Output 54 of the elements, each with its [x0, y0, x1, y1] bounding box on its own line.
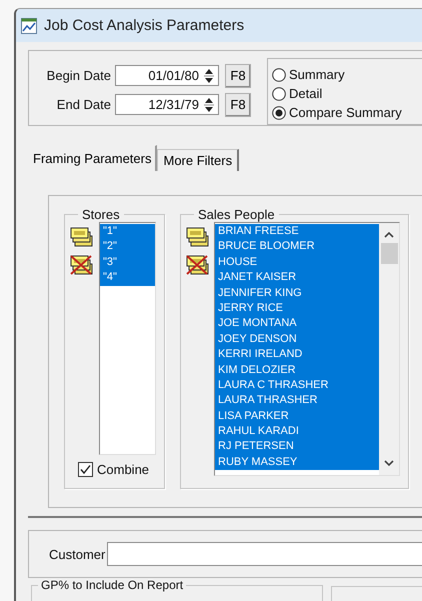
list-box[interactable]: [214, 222, 400, 476]
list-item[interactable]: "4": [100, 270, 155, 286]
list-item[interactable]: RUBY MASSEY: [215, 454, 379, 470]
chart-icon: [21, 18, 37, 34]
checkbox-label[interactable]: Combine: [97, 462, 150, 477]
date-field[interactable]: 01/01/80: [115, 65, 219, 86]
scroll-thumb[interactable]: [380, 243, 398, 264]
window-title: Job Cost Analysis Parameters: [44, 17, 244, 34]
list-item[interactable]: LAURA THRASHER: [215, 393, 379, 409]
list-item[interactable]: BRIAN FREESE: [215, 224, 379, 240]
spinner-icon: [203, 68, 215, 84]
group-title: GP% to Include On Report: [40, 579, 184, 592]
card-stack-icon[interactable]: [186, 227, 209, 247]
date-field[interactable]: 12/31/79: [115, 94, 219, 115]
field-label: Customer: [49, 546, 106, 562]
list-box[interactable]: "1" "2" "3" "4": [99, 222, 156, 455]
radio-button[interactable]: [272, 68, 286, 82]
field-label: End Date: [56, 97, 111, 112]
checkbox[interactable]: [78, 462, 93, 477]
scroll-down-icon: [384, 459, 394, 467]
list-item[interactable]: JOEY DENSON: [215, 332, 379, 348]
field-label: Begin Date: [46, 68, 111, 83]
list-item[interactable]: LISA PARKER: [215, 408, 379, 424]
scroll-up-icon: [384, 231, 394, 239]
list-item[interactable]: RAHUL KARADI: [215, 424, 379, 440]
list-item[interactable]: JENNIFER KING: [215, 286, 379, 301]
radio-label[interactable]: Compare Summary: [289, 105, 402, 120]
radio-button[interactable]: [272, 86, 286, 100]
spinner-icon: [203, 96, 215, 112]
list-item[interactable]: RJ PETERSEN: [215, 439, 379, 455]
list-item[interactable]: BRUCE BLOOMER: [215, 239, 379, 255]
radio-button[interactable]: [272, 106, 286, 120]
lookup-button[interactable]: F8: [225, 64, 251, 88]
customer-field[interactable]: [107, 542, 422, 566]
list-item[interactable]: "3": [100, 254, 155, 270]
list-item[interactable]: KIM DELOZIER: [215, 362, 379, 378]
crossed-card-stack-icon[interactable]: [186, 255, 209, 275]
tab[interactable]: More Filters: [157, 149, 240, 171]
group-title: Stores: [81, 207, 121, 222]
list-item[interactable]: JOE MONTANA: [215, 316, 379, 332]
scrollbar[interactable]: [379, 223, 399, 475]
list-item[interactable]: HOUSE: [215, 254, 379, 270]
lookup-button[interactable]: F8: [225, 92, 251, 116]
list-item[interactable]: JERRY RICE: [215, 300, 379, 316]
card-stack-icon[interactable]: [70, 227, 93, 247]
radio-label[interactable]: Summary: [289, 67, 345, 82]
list-item[interactable]: JANET KAISER: [215, 270, 379, 286]
list-item[interactable]: "1": [100, 224, 155, 240]
list-item[interactable]: LAURA C THRASHER: [215, 378, 379, 394]
crossed-card-stack-icon[interactable]: [70, 255, 93, 275]
list-item[interactable]: KERRI IRELAND: [215, 347, 379, 363]
list-item[interactable]: "2": [100, 239, 155, 255]
radio-label[interactable]: Detail: [289, 86, 322, 101]
group-title: Sales People: [197, 207, 276, 222]
